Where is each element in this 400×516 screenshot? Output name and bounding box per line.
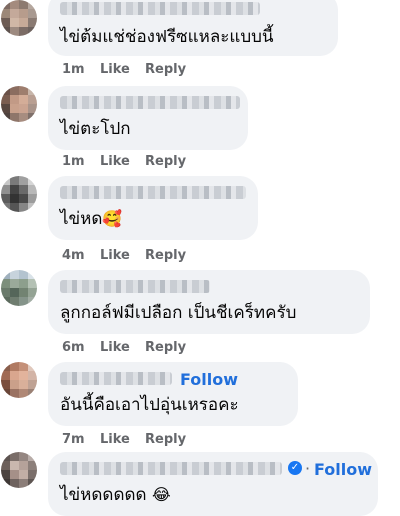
comment-text: ลูกกอล์ฟมีเปลือก เป็นชีเคร็ทครับ (60, 303, 297, 323)
comment-bubble: ลูกกอล์ฟมีเปลือก เป็นชีเคร็ทครับ (48, 270, 370, 334)
author-name[interactable] (60, 186, 246, 199)
like-button[interactable]: Like (100, 154, 145, 169)
comment-text: ไข่ตะโปก (60, 119, 131, 139)
author-name[interactable] (60, 2, 260, 15)
like-button[interactable]: Like (100, 62, 145, 77)
comment-bubble: ไข่ตะโปก (48, 86, 248, 150)
comment-actions: 6m Like Reply (62, 340, 186, 355)
author-name[interactable] (60, 372, 172, 385)
comment-text-body: ไข่หด (60, 209, 103, 229)
avatar[interactable] (1, 0, 37, 36)
comment-text-body: ไข่หดดดดด (60, 485, 147, 505)
author-name[interactable] (60, 280, 210, 293)
comment-actions: 7m Like Reply (62, 432, 186, 447)
reply-button[interactable]: Reply (145, 154, 186, 169)
follow-button[interactable]: Follow (314, 460, 372, 479)
like-button[interactable]: Like (100, 340, 145, 355)
comment-text: อันนี้คือเอาไปอุ่นเหรอคะ (60, 395, 239, 415)
author-name[interactable] (60, 96, 240, 109)
comment-text: ไข่ต้มแช่ช่องฟรีซแหละแบบนี้ (60, 27, 274, 47)
laughing-tears-emoji-icon: 😂 (151, 485, 171, 504)
like-button[interactable]: Like (100, 432, 145, 447)
separator-dot: · (305, 459, 311, 478)
avatar[interactable] (1, 270, 37, 306)
verified-badge-icon: ✓ (288, 461, 302, 475)
reply-button[interactable]: Reply (145, 248, 186, 263)
comment-bubble: Follow อันนี้คือเอาไปอุ่นเหรอคะ (48, 362, 298, 426)
like-button[interactable]: Like (100, 248, 145, 263)
timestamp[interactable]: 1m (62, 154, 100, 169)
reply-button[interactable]: Reply (145, 340, 186, 355)
comment-text: ไข่หดดดดด 😂 (60, 484, 171, 506)
avatar[interactable] (1, 86, 37, 122)
reply-button[interactable]: Reply (145, 432, 186, 447)
reply-button[interactable]: Reply (145, 62, 186, 77)
avatar[interactable] (1, 362, 37, 398)
smiling-hearts-emoji-icon: 🥰 (102, 209, 123, 228)
author-name[interactable] (60, 462, 282, 475)
timestamp[interactable]: 1m (62, 62, 100, 77)
comment-bubble: ✓ · Follow ไข่หดดดดด 😂 (48, 452, 378, 516)
comment-bubble: ไข่หด🥰 (48, 176, 258, 240)
timestamp[interactable]: 4m (62, 248, 100, 263)
timestamp[interactable]: 7m (62, 432, 100, 447)
timestamp[interactable]: 6m (62, 340, 100, 355)
comment-text: ไข่หด🥰 (60, 208, 122, 230)
avatar[interactable] (1, 176, 37, 212)
comment-actions: 1m Like Reply (62, 154, 186, 169)
avatar[interactable] (1, 452, 37, 488)
follow-button[interactable]: Follow (180, 370, 238, 389)
comment-actions: 4m Like Reply (62, 248, 186, 263)
comment-actions: 1m Like Reply (62, 62, 186, 77)
comment-bubble: ไข่ต้มแช่ช่องฟรีซแหละแบบนี้ (48, 0, 338, 56)
